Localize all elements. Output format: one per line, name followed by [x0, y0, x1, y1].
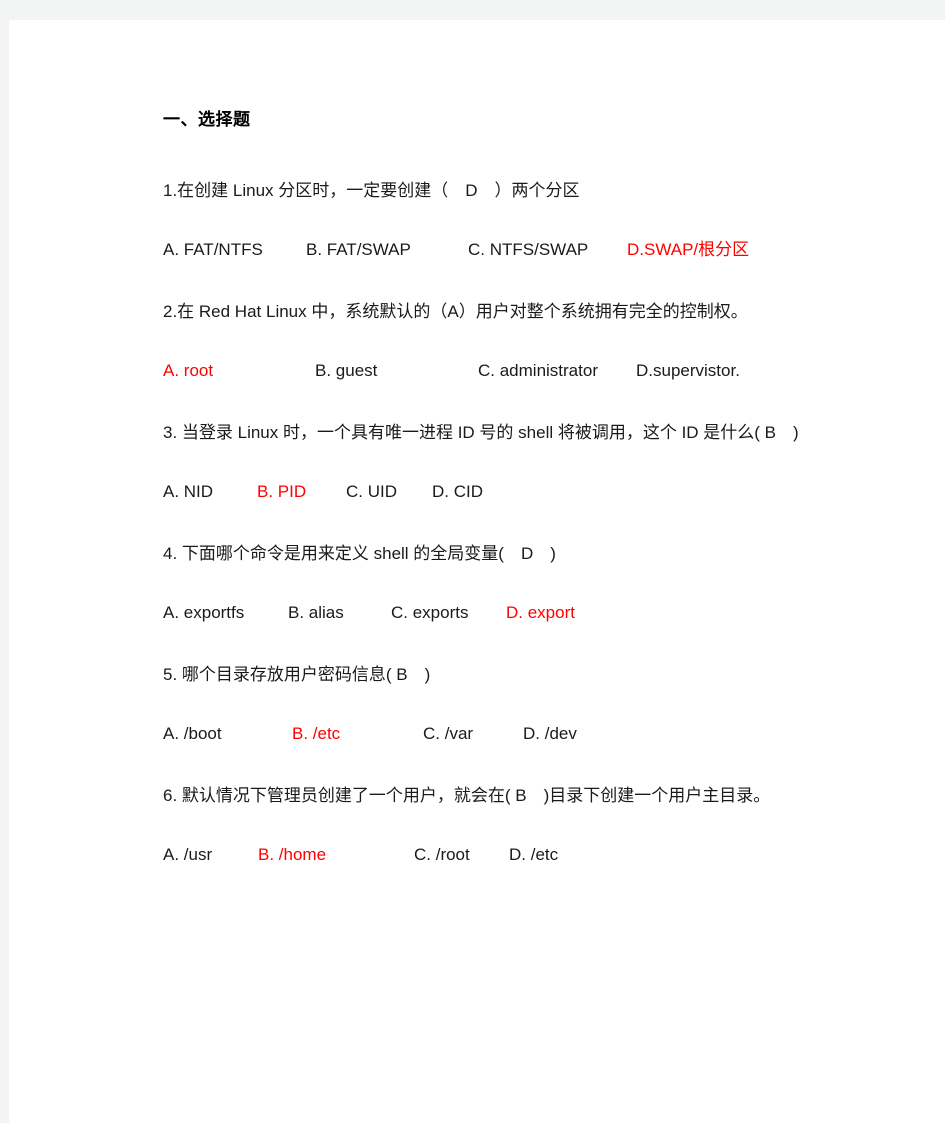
option-5-d[interactable]: D. /dev: [523, 721, 577, 747]
option-1-b[interactable]: B. FAT/SWAP: [306, 237, 468, 263]
option-1-d[interactable]: D.SWAP/根分区: [627, 237, 749, 263]
section-heading: 一、选择题: [163, 110, 251, 129]
question-text-5: 5. 哪个目录存放用户密码信息( B ): [163, 664, 431, 684]
option-1-c[interactable]: C. NTFS/SWAP: [468, 237, 627, 263]
option-4-a[interactable]: A. exportfs: [163, 600, 288, 626]
option-2-a[interactable]: A. root: [163, 358, 315, 384]
question-text-4: 4. 下面哪个命令是用来定义 shell 的全局变量( D ): [163, 543, 556, 563]
options-row-6: A. /usr B. /home C. /root D. /etc: [163, 842, 903, 868]
options-row-4: A. exportfs B. alias C. exports D. export: [163, 600, 903, 626]
option-5-b[interactable]: B. /etc: [292, 721, 423, 747]
question-text-2: 2.在 Red Hat Linux 中，系统默认的（A）用户对整个系统拥有完全的…: [163, 301, 748, 321]
option-5-c[interactable]: C. /var: [423, 721, 523, 747]
option-3-d[interactable]: D. CID: [432, 479, 483, 505]
option-1-a[interactable]: A. FAT/NTFS: [163, 237, 306, 263]
option-3-b[interactable]: B. PID: [257, 479, 346, 505]
option-2-c[interactable]: C. administrator: [478, 358, 636, 384]
option-5-a[interactable]: A. /boot: [163, 721, 292, 747]
options-row-1: A. FAT/NTFS B. FAT/SWAP C. NTFS/SWAP D.SWAP…: [163, 237, 903, 263]
option-3-c[interactable]: C. UID: [346, 479, 432, 505]
option-6-b[interactable]: B. /home: [258, 842, 414, 868]
option-4-d[interactable]: D. export: [506, 600, 575, 626]
option-2-b[interactable]: B. guest: [315, 358, 478, 384]
option-4-c[interactable]: C. exports: [391, 600, 506, 626]
options-row-2: A. root B. guest C. administrator D.supervi…: [163, 358, 903, 384]
option-3-a[interactable]: A. NID: [163, 479, 257, 505]
option-6-a[interactable]: A. /usr: [163, 842, 258, 868]
option-4-b[interactable]: B. alias: [288, 600, 391, 626]
document-page: 一、选择题 1.在创建 Linux 分区时，一定要创建（ D ）两个分区 A. …: [9, 20, 945, 1123]
option-2-d[interactable]: D.supervistor.: [636, 358, 740, 384]
option-6-c[interactable]: C. /root: [414, 842, 509, 868]
options-row-5: A. /boot B. /etc C. /var D. /dev: [163, 721, 903, 747]
options-row-3: A. NID B. PID C. UID D. CID: [163, 479, 903, 505]
question-text-3: 3. 当登录 Linux 时，一个具有唯一进程 ID 号的 shell 将被调用…: [163, 422, 799, 442]
document-content: 一、选择题 1.在创建 Linux 分区时，一定要创建（ D ）两个分区 A. …: [163, 108, 903, 904]
option-6-d[interactable]: D. /etc: [509, 842, 558, 868]
question-text-1: 1.在创建 Linux 分区时，一定要创建（ D ）两个分区: [163, 180, 580, 200]
question-text-6: 6. 默认情况下管理员创建了一个用户，就会在( B )目录下创建一个用户主目录。: [163, 785, 771, 805]
